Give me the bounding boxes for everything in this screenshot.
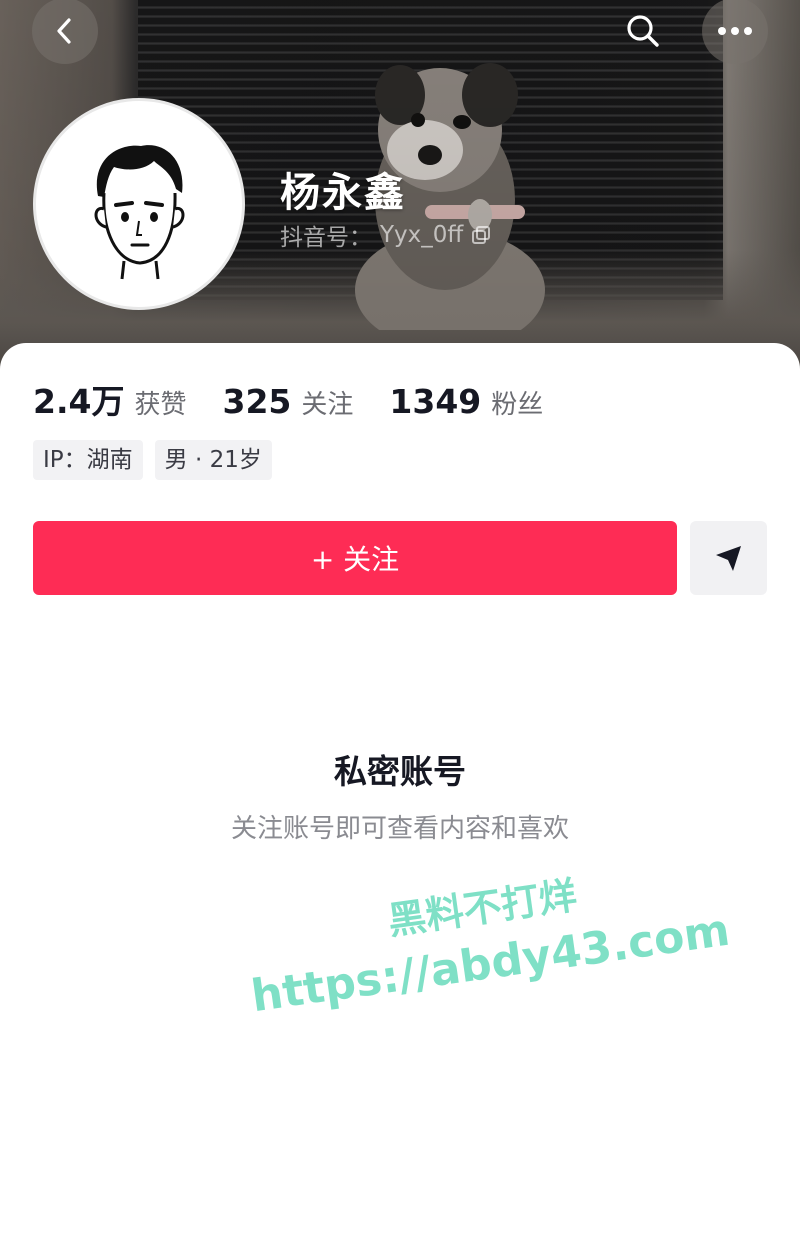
likes-label: 获赞 <box>134 390 187 420</box>
private-account-subtitle: 关注账号即可查看内容和喜欢 <box>230 814 569 844</box>
more-button[interactable] <box>702 0 768 64</box>
likes-count[interactable]: 2.4万 <box>33 375 124 423</box>
search-icon <box>627 15 659 47</box>
followers-label: 粉丝 <box>491 390 544 420</box>
more-dots-icon <box>718 27 752 35</box>
followers-count[interactable]: 1349 <box>389 382 481 421</box>
gender-age-tag: 男 · 21岁 <box>154 440 272 480</box>
message-button[interactable] <box>690 521 767 595</box>
following-count[interactable]: 325 <box>222 382 291 421</box>
profile-stats: 2.4万 获赞 325 关注 1349 粉丝 <box>33 375 579 423</box>
avatar-illustration <box>94 145 185 280</box>
profile-name: 杨永鑫 <box>280 170 406 216</box>
handle-label: 抖音号： <box>280 225 372 251</box>
send-icon <box>715 546 741 571</box>
following-label: 关注 <box>301 390 354 420</box>
chevron-left-icon <box>57 18 71 44</box>
back-button[interactable] <box>32 0 98 64</box>
copy-icon[interactable] <box>471 225 491 245</box>
ip-tag: IP：湖南 <box>33 440 143 480</box>
avatar[interactable] <box>33 98 245 310</box>
profile-handle[interactable]: 抖音号： Yyx_0ff <box>280 218 491 252</box>
handle-value: Yyx_0ff <box>380 222 464 248</box>
follow-button[interactable]: + 关注 <box>33 521 677 595</box>
search-button[interactable] <box>610 0 676 64</box>
profile-tags: IP：湖南 男 · 21岁 <box>33 440 272 480</box>
private-account-title: 私密账号 <box>334 752 466 791</box>
